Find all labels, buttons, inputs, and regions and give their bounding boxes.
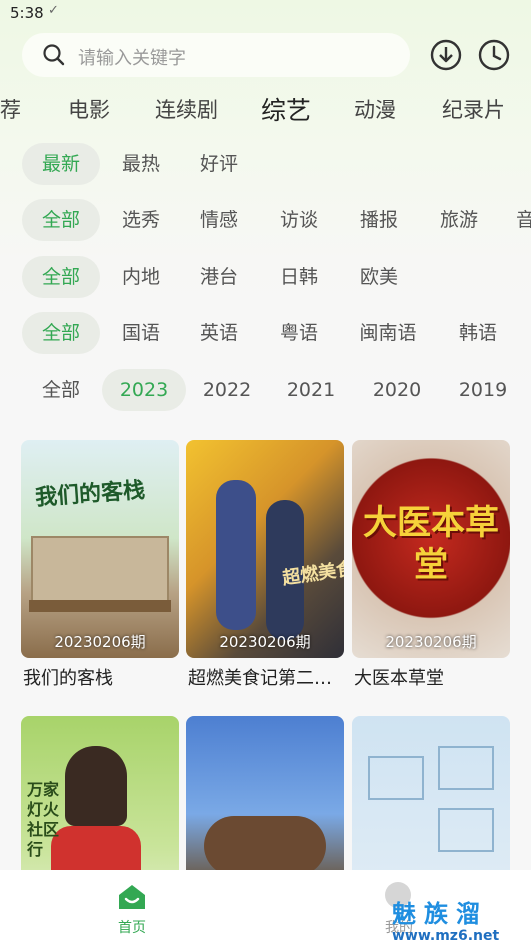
tab-movie[interactable]: 电影 [68, 94, 110, 124]
filter-sort-rating[interactable]: 好评 [186, 143, 252, 185]
status-bar: 5:38 ✓ [0, 0, 531, 28]
show-poster[interactable]: 我们的客栈 20230206期 [21, 440, 179, 658]
filter-genre-travel[interactable]: 旅游 [426, 199, 492, 241]
poster-illustration [29, 600, 171, 612]
filter-genre-talent[interactable]: 选秀 [108, 199, 174, 241]
search-placeholder: 请输入关键字 [78, 48, 186, 69]
filter-region-all[interactable]: 全部 [22, 256, 100, 298]
poster-illustration [438, 746, 494, 790]
poster-illustration [204, 816, 326, 876]
watermark-url: www.mz6.net [392, 928, 500, 944]
filter-genre-row: 全部 选秀 情感 访谈 播报 旅游 音 [0, 199, 531, 243]
filter-year-2019[interactable]: 2019 [450, 369, 516, 411]
poster-illustration [31, 536, 169, 606]
filter-language-row: 全部 国语 英语 粤语 闽南语 韩语 [0, 312, 531, 356]
filter-year-all[interactable]: 全部 [28, 369, 94, 411]
filter-year-2023[interactable]: 2023 [102, 369, 186, 411]
filter-lang-cantonese[interactable]: 粤语 [266, 312, 332, 354]
filter-lang-mandarin[interactable]: 国语 [108, 312, 174, 354]
tab-series[interactable]: 连续剧 [155, 94, 218, 124]
filter-year-2022[interactable]: 2022 [194, 369, 260, 411]
status-time: 5:38 [10, 4, 44, 22]
filter-genre-emotion[interactable]: 情感 [186, 199, 252, 241]
tab-documentary[interactable]: 纪录片 [442, 94, 505, 124]
watermark-text: 魅族溜 [392, 900, 488, 928]
poster-illustration [65, 746, 127, 826]
filter-sort-newest[interactable]: 最新 [22, 143, 100, 185]
filter-genre-broadcast[interactable]: 播报 [346, 199, 412, 241]
search-icon [43, 44, 65, 66]
poster-art-text: 大医本草堂 [363, 503, 499, 585]
watermark: 魅族溜 www.mz6.net [392, 900, 522, 944]
nav-home-label[interactable]: 首页 [118, 917, 146, 937]
filter-sort-row: 最新 最热 好评 [0, 143, 531, 187]
bottom-nav: 首页 我的 魅族溜 www.mz6.net [0, 870, 531, 944]
show-title: 我们的客栈 [23, 668, 113, 689]
filter-region-jp-kr[interactable]: 日韩 [266, 256, 332, 298]
filter-genre-music[interactable]: 音 [516, 199, 531, 241]
filter-genre-interview[interactable]: 访谈 [266, 199, 332, 241]
search-input[interactable]: 请输入关键字 [22, 33, 410, 77]
episode-label: 20230206期 [54, 633, 146, 651]
show-poster[interactable]: 大医本草堂 20230206期 [352, 440, 510, 658]
show-title: 超燃美食记第二… [188, 668, 332, 689]
search-row: 请输入关键字 [0, 33, 531, 77]
filter-lang-all[interactable]: 全部 [22, 312, 100, 354]
poster-art-text: 我们的客栈 [34, 478, 146, 511]
history-icon[interactable] [477, 38, 511, 72]
filter-sort-hottest[interactable]: 最热 [108, 143, 174, 185]
status-check-icon: ✓ [48, 3, 59, 18]
tab-variety[interactable]: 综艺 [261, 91, 311, 127]
poster-art-text: 万家灯火 社区行 [27, 780, 60, 859]
download-icon[interactable] [429, 38, 463, 72]
filter-lang-minnan[interactable]: 闽南语 [346, 312, 430, 354]
filter-genre-all[interactable]: 全部 [22, 199, 100, 241]
filter-year-row: 全部 2023 2022 2021 2020 2019 [0, 369, 531, 413]
filter-region-west[interactable]: 欧美 [346, 256, 412, 298]
poster-illustration [216, 480, 256, 630]
filter-lang-english[interactable]: 英语 [186, 312, 252, 354]
filter-region-row: 全部 内地 港台 日韩 欧美 [0, 256, 531, 300]
tab-anime[interactable]: 动漫 [354, 94, 396, 124]
filter-region-mainland[interactable]: 内地 [108, 256, 174, 298]
category-tabs: 荐 电影 连续剧 综艺 动漫 纪录片 [0, 90, 531, 130]
home-icon[interactable] [118, 884, 146, 910]
tab-recommend[interactable]: 荐 [0, 94, 21, 124]
show-title: 大医本草堂 [354, 668, 444, 689]
poster-illustration [368, 756, 424, 800]
episode-label: 20230206期 [385, 633, 477, 651]
filter-year-2021[interactable]: 2021 [278, 369, 344, 411]
episode-label: 20230206期 [219, 633, 311, 651]
show-poster[interactable]: 超燃美食记 20230206期 [186, 440, 344, 658]
filter-year-2020[interactable]: 2020 [364, 369, 430, 411]
poster-illustration [438, 808, 494, 852]
filter-region-hk-tw[interactable]: 港台 [186, 256, 252, 298]
filter-lang-korean[interactable]: 韩语 [445, 312, 511, 354]
